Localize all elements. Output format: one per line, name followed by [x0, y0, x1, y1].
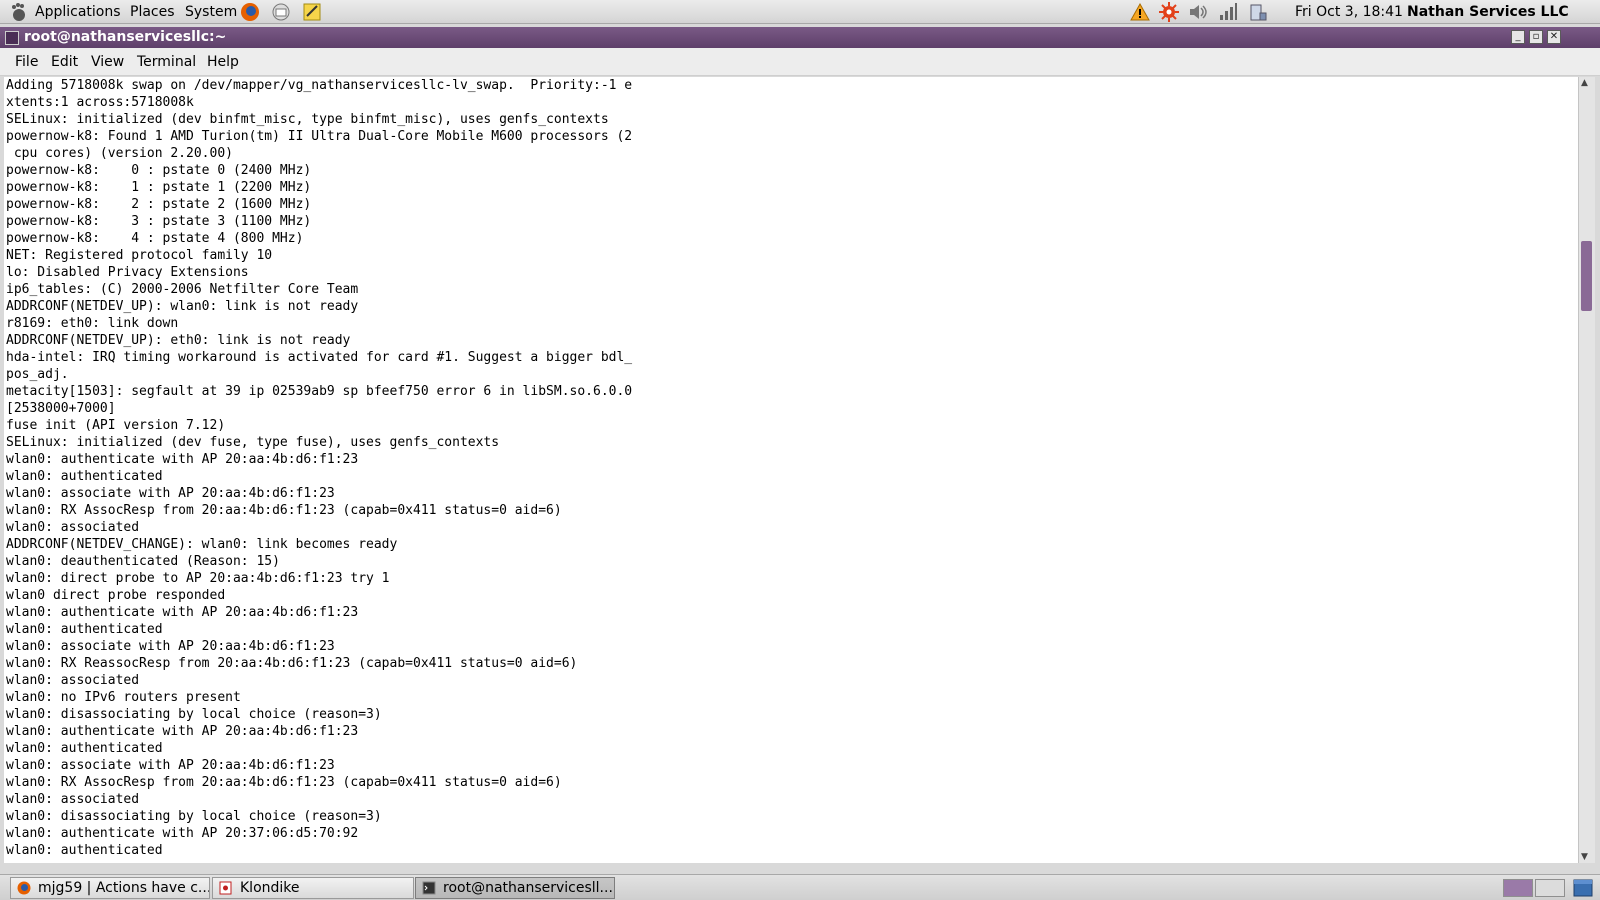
- workspace-2[interactable]: [1535, 879, 1565, 897]
- scroll-down-icon[interactable]: ▼: [1581, 852, 1588, 862]
- terminal-scrollbar[interactable]: ▲ ▼: [1578, 77, 1595, 863]
- menu-help[interactable]: Help: [207, 54, 239, 70]
- terminal-line: wlan0: RX AssocResp from 20:aa:4b:d6:f1:…: [6, 775, 562, 790]
- menu-applications[interactable]: Applications: [35, 4, 121, 20]
- terminal-line: powernow-k8: 4 : pstate 4 (800 MHz): [6, 231, 304, 246]
- firefox-launcher-icon[interactable]: [240, 2, 260, 22]
- terminal-line: fuse init (API version 7.12): [6, 418, 226, 433]
- terminal-line: cpu cores) (version 2.20.00): [6, 146, 233, 161]
- terminal-line: powernow-k8: 3 : pstate 3 (1100 MHz): [6, 214, 312, 229]
- terminal-line: powernow-k8: 0 : pstate 0 (2400 MHz): [6, 163, 312, 178]
- update-notifier-icon[interactable]: [1159, 2, 1179, 22]
- terminal-icon: [422, 881, 436, 895]
- terminal-line: wlan0: RX ReassocResp from 20:aa:4b:d6:f…: [6, 656, 578, 671]
- taskbar-item-klondike[interactable]: Klondike: [212, 877, 414, 899]
- maximize-icon[interactable]: ▫: [1529, 30, 1543, 44]
- terminal-line: wlan0: authenticated: [6, 843, 163, 858]
- terminal-line: wlan0: RX AssocResp from 20:aa:4b:d6:f1:…: [6, 503, 562, 518]
- terminal-line: wlan0: disassociating by local choice (r…: [6, 707, 382, 722]
- terminal-line: xtents:1 across:5718008k: [6, 95, 194, 110]
- terminal-line: ADDRCONF(NETDEV_UP): eth0: link is not r…: [6, 333, 351, 348]
- taskbar-item-label: root@nathanservicesll...: [443, 880, 613, 896]
- terminal-line: [2538000+7000]: [6, 401, 116, 416]
- notes-launcher-icon[interactable]: [302, 2, 322, 22]
- taskbar-item-label: mjg59 | Actions have c...: [38, 880, 210, 896]
- taskbar-item-terminal[interactable]: root@nathanservicesll...: [415, 877, 615, 899]
- terminal-line: powernow-k8: 1 : pstate 1 (2200 MHz): [6, 180, 312, 195]
- terminal-line: metacity[1503]: segfault at 39 ip 02539a…: [6, 384, 633, 399]
- terminal-line: pos_adj.: [6, 367, 69, 382]
- top-panel: Applications Places System Fri Oct 3, 18…: [0, 0, 1600, 24]
- terminal-line: wlan0: associated: [6, 792, 140, 807]
- menu-terminal[interactable]: Terminal: [137, 54, 196, 70]
- terminal-line: powernow-k8: 2 : pstate 2 (1600 MHz): [6, 197, 312, 212]
- minimize-icon[interactable]: _: [1511, 30, 1525, 44]
- terminal-line: ip6_tables: (C) 2000-2006 Netfilter Core…: [6, 282, 359, 297]
- terminal-line: wlan0: direct probe to AP 20:aa:4b:d6:f1…: [6, 571, 390, 586]
- mail-launcher-icon[interactable]: [271, 2, 291, 22]
- terminal-line: wlan0: authenticate with AP 20:aa:4b:d6:…: [6, 452, 359, 467]
- battery-icon[interactable]: [1248, 2, 1268, 22]
- scrollbar-thumb[interactable]: [1581, 241, 1592, 311]
- terminal-line: NET: Registered protocol family 10: [6, 248, 273, 263]
- workspace-1[interactable]: [1503, 879, 1533, 897]
- terminal-line: ADDRCONF(NETDEV_CHANGE): wlan0: link bec…: [6, 537, 398, 552]
- terminal-line: SELinux: initialized (dev binfmt_misc, t…: [6, 112, 609, 127]
- terminal-text[interactable]: Adding 5718008k swap on /dev/mapper/vg_n…: [4, 77, 1578, 859]
- terminal-line: wlan0: associate with AP 20:aa:4b:d6:f1:…: [6, 486, 335, 501]
- bottom-panel: mjg59 | Actions have c... Klondike root@…: [0, 874, 1600, 900]
- window-title-bar[interactable]: root@nathanservicesllc:~ _ ▫ ✕: [0, 27, 1600, 48]
- terminal-line: wlan0: associated: [6, 673, 140, 688]
- menu-file[interactable]: File: [15, 54, 38, 70]
- menubar: File Edit View Terminal Help: [0, 48, 1600, 76]
- terminal-line: wlan0: authenticated: [6, 622, 163, 637]
- terminal-output[interactable]: Adding 5718008k swap on /dev/mapper/vg_n…: [4, 77, 1578, 863]
- gnome-foot-icon[interactable]: [8, 2, 28, 22]
- cards-icon: [219, 881, 232, 895]
- terminal-line: r8169: eth0: link down: [6, 316, 179, 331]
- menu-system[interactable]: System: [185, 4, 237, 20]
- terminal-line: wlan0: authenticate with AP 20:aa:4b:d6:…: [6, 605, 359, 620]
- terminal-line: hda-intel: IRQ timing workaround is acti…: [6, 350, 633, 365]
- terminal-line: powernow-k8: Found 1 AMD Turion(tm) II U…: [6, 129, 633, 144]
- terminal-line: Adding 5718008k swap on /dev/mapper/vg_n…: [6, 78, 633, 93]
- terminal-line: wlan0: authenticated: [6, 469, 163, 484]
- terminal-line: ADDRCONF(NETDEV_UP): wlan0: link is not …: [6, 299, 359, 314]
- terminal-line: lo: Disabled Privacy Extensions: [6, 265, 249, 280]
- menu-places[interactable]: Places: [130, 4, 175, 20]
- firefox-icon: [17, 881, 31, 895]
- terminal-line: wlan0: associate with AP 20:aa:4b:d6:f1:…: [6, 758, 335, 773]
- taskbar-item-label: Klondike: [240, 880, 300, 896]
- menu-edit[interactable]: Edit: [51, 54, 78, 70]
- terminal-line: wlan0: authenticate with AP 20:37:06:d5:…: [6, 826, 359, 841]
- terminal-line: wlan0: associate with AP 20:aa:4b:d6:f1:…: [6, 639, 335, 654]
- menu-view[interactable]: View: [91, 54, 124, 70]
- close-icon[interactable]: ✕: [1547, 30, 1561, 44]
- window-title: root@nathanservicesllc:~: [24, 29, 227, 45]
- clock[interactable]: Fri Oct 3, 18:41: [1295, 4, 1403, 20]
- show-desktop-icon[interactable]: [1573, 879, 1593, 897]
- scroll-up-icon[interactable]: ▲: [1581, 78, 1588, 88]
- network-signal-icon[interactable]: [1218, 2, 1238, 22]
- user-name[interactable]: Nathan Services LLC: [1407, 4, 1569, 20]
- terminal-line: wlan0: associated: [6, 520, 140, 535]
- terminal-line: SELinux: initialized (dev fuse, type fus…: [6, 435, 500, 450]
- terminal-line: wlan0: disassociating by local choice (r…: [6, 809, 382, 824]
- warning-icon[interactable]: [1130, 2, 1150, 22]
- taskbar-item-firefox[interactable]: mjg59 | Actions have c...: [10, 877, 210, 899]
- terminal-line: wlan0: authenticate with AP 20:aa:4b:d6:…: [6, 724, 359, 739]
- terminal-line: wlan0 direct probe responded: [6, 588, 226, 603]
- terminal-line: wlan0: no IPv6 routers present: [6, 690, 241, 705]
- terminal-line: wlan0: authenticated: [6, 741, 163, 756]
- window-menu-icon[interactable]: [5, 31, 19, 45]
- terminal-line: wlan0: deauthenticated (Reason: 15): [6, 554, 280, 569]
- volume-icon[interactable]: [1188, 2, 1208, 22]
